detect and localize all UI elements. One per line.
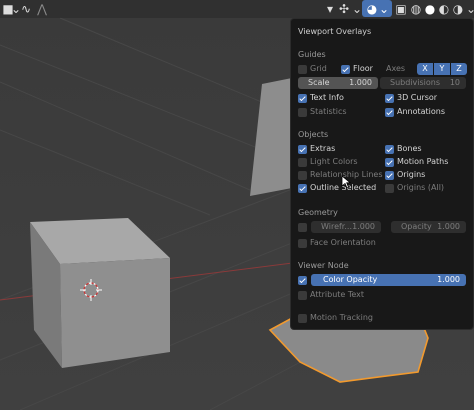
relationship-lines-checkbox[interactable] xyxy=(298,171,307,180)
objects-heading: Objects xyxy=(298,130,329,139)
attribute-text-label: Attribute Text xyxy=(310,290,365,299)
axes-label: Axes xyxy=(386,64,406,73)
light-colors-label: Light Colors xyxy=(310,157,358,166)
opacity-value: 1.000 xyxy=(437,222,460,231)
grid-label: Grid xyxy=(310,64,327,73)
wireframe-label: Wirefr... xyxy=(321,222,352,231)
chevron-down-icon[interactable]: ⌄ xyxy=(463,1,474,17)
viewport-overlays-panel: Viewport Overlays Guides Grid Floor Axes… xyxy=(290,18,474,330)
annotations-label: Annotations xyxy=(397,107,446,116)
xray-toggle-icon[interactable]: ▣ xyxy=(393,1,409,17)
text-info-label: Text Info xyxy=(310,93,344,102)
extras-label: Extras xyxy=(310,144,336,153)
left-cube xyxy=(30,218,170,368)
color-opacity-label: Color Opacity xyxy=(323,275,378,284)
chevron-down-icon: ⌄ xyxy=(378,2,390,16)
falloff-curve-icon[interactable]: ∿ xyxy=(18,1,34,17)
wireframe-value: 1.000 xyxy=(352,222,375,231)
color-opacity-value: 1.000 xyxy=(437,275,460,284)
axis-y-toggle[interactable]: Y xyxy=(434,63,450,75)
scale-value: 1.000 xyxy=(349,78,372,87)
wireframe-field[interactable]: Wirefr... 1.000 xyxy=(311,221,381,233)
guides-heading: Guides xyxy=(298,50,326,59)
outline-selected-checkbox[interactable] xyxy=(298,184,307,193)
origins-all-checkbox[interactable] xyxy=(385,184,394,193)
face-orientation-checkbox[interactable] xyxy=(298,239,307,248)
panel-title: Viewport Overlays xyxy=(298,27,372,36)
3d-cursor-checkbox[interactable] xyxy=(385,94,394,103)
statistics-checkbox[interactable] xyxy=(298,108,307,117)
light-colors-checkbox[interactable] xyxy=(298,158,307,167)
subdivisions-label: Subdivisions xyxy=(390,78,441,87)
viewport-header: ■ ⌄ ∿ ⋀ ▾ ✣ ⌄ ◕ ⌄ ▣ ◍ ● ◐ ◑ ⌄ xyxy=(0,0,474,18)
bones-label: Bones xyxy=(397,144,422,153)
scale-label: Scale xyxy=(308,78,330,87)
floor-label: Floor xyxy=(353,64,373,73)
geometry-opacity-field[interactable]: Opacity 1.000 xyxy=(391,221,466,233)
mouse-pointer-icon xyxy=(341,175,351,189)
annotations-checkbox[interactable] xyxy=(385,108,394,117)
text-info-checkbox[interactable] xyxy=(298,94,307,103)
origins-all-label: Origins (All) xyxy=(397,183,445,192)
subdivisions-value: 10 xyxy=(449,78,460,87)
attribute-text-checkbox[interactable] xyxy=(298,291,307,300)
motion-tracking-checkbox[interactable] xyxy=(298,314,307,323)
color-opacity-slider[interactable]: Color Opacity 1.000 xyxy=(311,274,466,286)
origins-label: Origins xyxy=(397,170,426,179)
axis-x-toggle[interactable]: X xyxy=(417,63,433,75)
overlays-button[interactable]: ◕ ⌄ xyxy=(362,0,392,17)
scale-field[interactable]: Scale 1.000 xyxy=(298,77,378,89)
motion-paths-label: Motion Paths xyxy=(397,157,449,166)
statistics-label: Statistics xyxy=(310,107,347,116)
wireframe-checkbox[interactable] xyxy=(298,223,307,232)
opacity-label: Opacity xyxy=(401,222,432,231)
motion-tracking-label: Motion Tracking xyxy=(310,313,373,322)
axis-z-toggle[interactable]: Z xyxy=(451,63,467,75)
grid-checkbox[interactable] xyxy=(298,65,307,74)
geometry-heading: Geometry xyxy=(298,208,338,217)
motion-paths-checkbox[interactable] xyxy=(385,158,394,167)
face-orientation-label: Face Orientation xyxy=(310,238,376,247)
viewer-node-heading: Viewer Node xyxy=(298,261,349,270)
curve-shape-icon[interactable]: ⋀ xyxy=(34,1,50,17)
origins-checkbox[interactable] xyxy=(385,171,394,180)
3d-cursor-label: 3D Cursor xyxy=(397,93,438,102)
bones-checkbox[interactable] xyxy=(385,145,394,154)
floor-checkbox[interactable] xyxy=(341,65,350,74)
subdivisions-field[interactable]: Subdivisions 10 xyxy=(380,77,466,89)
color-opacity-checkbox[interactable] xyxy=(298,276,307,285)
extras-checkbox[interactable] xyxy=(298,145,307,154)
